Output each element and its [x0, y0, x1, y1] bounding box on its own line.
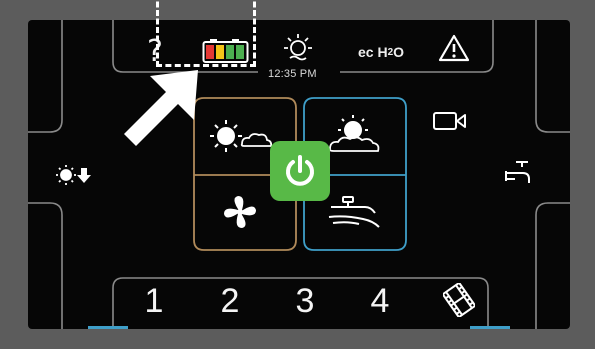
sun-cloud-icon	[210, 120, 273, 152]
power-button[interactable]	[270, 141, 330, 201]
light-down-icon	[56, 165, 91, 185]
power-icon	[286, 155, 314, 186]
film-icon	[443, 283, 475, 317]
preset-1-button[interactable]: 1	[134, 282, 174, 321]
light-down-button[interactable]	[54, 162, 94, 188]
ech2o-label-tail: O	[393, 44, 405, 60]
fan-button[interactable]	[218, 190, 262, 234]
waterfall-icon	[328, 196, 380, 228]
highlight-dashed-box	[156, 0, 256, 67]
preset-2-button[interactable]: 2	[210, 282, 250, 321]
media-button[interactable]	[442, 282, 476, 318]
warning-button[interactable]	[436, 32, 472, 64]
sun-cloud-button[interactable]	[206, 116, 276, 158]
faucet-icon	[505, 161, 530, 183]
light-bulb-icon	[284, 34, 312, 61]
fan-icon	[224, 196, 256, 228]
water-feature-button[interactable]	[322, 192, 386, 232]
warning-icon	[438, 34, 470, 62]
light-button[interactable]	[280, 30, 316, 64]
preset-3-button[interactable]: 3	[285, 282, 325, 321]
video-camera-icon	[433, 112, 466, 130]
ech2o-button[interactable]: ec H2O	[346, 40, 416, 64]
control-screen: ? 12:35 PM ec H2O 1 2 3 4	[28, 20, 570, 329]
right-edge-indicator	[470, 326, 510, 329]
camera-button[interactable]	[430, 108, 470, 134]
faucet-button[interactable]	[502, 158, 534, 188]
pointer-arrow	[124, 70, 198, 146]
preset-4-button[interactable]: 4	[360, 282, 400, 321]
clock-time: 12:35 PM	[268, 68, 317, 80]
left-edge-indicator	[88, 326, 128, 329]
ech2o-label: ec H	[357, 44, 388, 60]
